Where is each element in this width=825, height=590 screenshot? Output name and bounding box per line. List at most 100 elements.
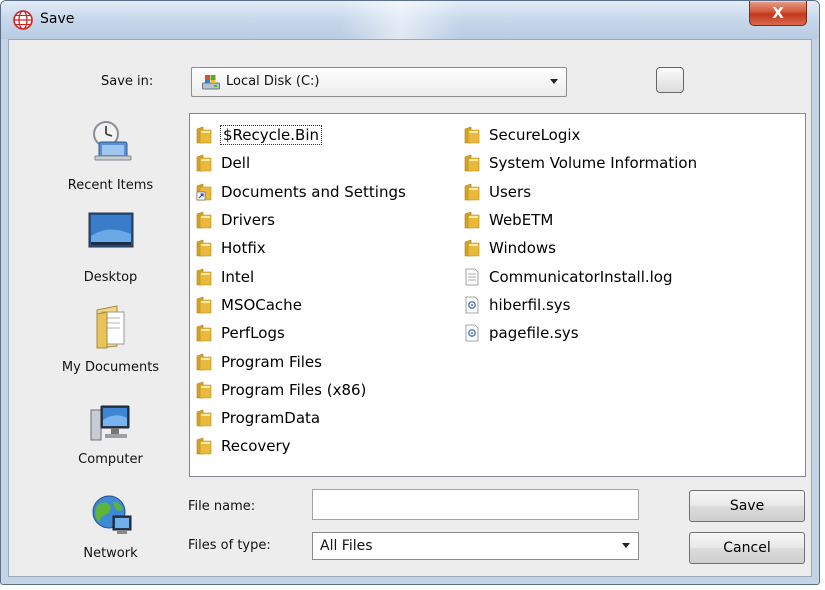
file-list-item[interactable]: WebETM	[464, 206, 697, 234]
file-list-item[interactable]: ProgramData	[196, 404, 406, 432]
file-list-item[interactable]: Hotfix	[196, 234, 406, 262]
folder-icon	[196, 211, 212, 229]
folder-icon	[464, 126, 480, 144]
place-label: My Documents	[61, 360, 160, 375]
folder-icon	[196, 381, 212, 399]
file-name: System Volume Information	[489, 154, 698, 173]
file-list-item[interactable]: hiberfil.sys	[464, 291, 697, 319]
file-name: $Recycle.Bin	[219, 125, 323, 146]
file-name: Windows	[489, 239, 556, 258]
folder-icon	[464, 239, 480, 257]
place-label: Computer	[78, 452, 143, 467]
save-in-label: Save in:	[101, 74, 154, 89]
file-name-label: File name:	[188, 499, 256, 514]
chevron-down-icon	[550, 79, 558, 84]
file-name: Program Files (x86)	[221, 380, 367, 399]
app-globe-icon	[13, 10, 33, 30]
my-documents-icon	[96, 305, 124, 349]
folder-icon	[196, 353, 212, 371]
file-name: Dell	[221, 154, 251, 173]
close-button[interactable]: X	[749, 1, 807, 26]
folder-icon	[464, 183, 480, 201]
file-name: ProgramData	[221, 409, 321, 428]
folder-icon	[196, 409, 212, 427]
file-type-value: All Files	[320, 538, 373, 554]
save-in-value: Local Disk (C:)	[226, 74, 320, 89]
place-computer[interactable]: Computer	[41, 390, 180, 482]
file-list-item[interactable]: pagefile.sys	[464, 319, 697, 347]
file-name: WebETM	[489, 211, 554, 230]
folder-icon	[196, 437, 212, 455]
window-title: Save	[40, 11, 75, 27]
title-bar-sheen	[341, 1, 461, 39]
folder-icon	[196, 296, 212, 314]
file-list-column: $Recycle.Bin Dell Documents and Settings Dr…	[196, 121, 406, 461]
file-list-item[interactable]: MSOCache	[196, 291, 406, 319]
place-label: Desktop	[83, 270, 138, 285]
places-bar: Recent Items Desktop My Documents Comput…	[41, 114, 180, 572]
file-name: SecureLogix	[489, 126, 581, 145]
file-name: Documents and Settings	[221, 182, 406, 201]
file-name: PerfLogs	[221, 324, 285, 343]
system-file-icon	[464, 324, 480, 342]
close-icon: X	[772, 4, 784, 22]
file-list-item[interactable]: Program Files	[196, 347, 406, 375]
place-my-documents[interactable]: My Documents	[41, 298, 180, 390]
system-file-icon	[464, 296, 480, 314]
file-list-item[interactable]: Dell	[196, 149, 406, 177]
network-icon	[92, 495, 131, 534]
save-dialog: Save X Save in: Local Disk (C:) Recent I…	[0, 0, 820, 585]
cancel-button[interactable]: Cancel	[689, 532, 805, 564]
title-bar[interactable]: Save X	[1, 1, 819, 39]
file-name: hiberfil.sys	[489, 295, 571, 314]
file-list-item[interactable]: PerfLogs	[196, 319, 406, 347]
place-recent-items[interactable]: Recent Items	[41, 114, 180, 202]
file-list-item[interactable]: $Recycle.Bin	[196, 121, 406, 149]
file-name-input[interactable]	[312, 489, 639, 520]
save-button[interactable]: Save	[689, 490, 805, 522]
file-name: CommunicatorInstall.log	[489, 267, 673, 286]
file-name: Program Files	[221, 352, 322, 371]
place-desktop[interactable]: Desktop	[41, 206, 180, 298]
file-list-column: SecureLogix System Volume Information User…	[464, 121, 697, 347]
file-name: Users	[489, 182, 532, 201]
place-label: Network	[83, 546, 138, 561]
file-name: Hotfix	[221, 239, 266, 258]
folder-icon	[196, 239, 212, 257]
folder-icon	[464, 154, 480, 172]
file-list-item[interactable]: SecureLogix	[464, 121, 697, 149]
text-file-icon	[464, 268, 480, 286]
folder-icon	[196, 154, 212, 172]
save-in-dropdown[interactable]: Local Disk (C:)	[191, 67, 567, 97]
place-network[interactable]: Network	[41, 482, 180, 572]
local-disk-icon	[202, 75, 220, 90]
place-label: Recent Items	[67, 178, 154, 193]
file-name: MSOCache	[221, 295, 302, 314]
shortcut-folder-icon	[196, 183, 212, 201]
file-list-item[interactable]: CommunicatorInstall.log	[464, 262, 697, 290]
dialog-body: Save in: Local Disk (C:) Recent Items De…	[8, 39, 812, 577]
file-list-item[interactable]: System Volume Information	[464, 149, 697, 177]
file-list-item[interactable]: Documents and Settings	[196, 178, 406, 206]
file-list[interactable]: $Recycle.Bin Dell Documents and Settings Dr…	[189, 113, 806, 477]
folder-icon	[464, 211, 480, 229]
file-list-item[interactable]: Drivers	[196, 206, 406, 234]
folder-icon	[196, 324, 212, 342]
file-list-item[interactable]: Users	[464, 178, 697, 206]
new-folder-toggle[interactable]	[656, 67, 684, 93]
folder-icon	[196, 268, 212, 286]
folder-icon	[196, 126, 212, 144]
file-name: Drivers	[221, 211, 275, 230]
file-name: pagefile.sys	[489, 324, 579, 343]
file-type-label: Files of type:	[188, 538, 271, 553]
file-name: Recovery	[221, 437, 291, 456]
file-list-item[interactable]: Program Files (x86)	[196, 376, 406, 404]
desktop-icon	[88, 212, 133, 248]
file-list-item[interactable]: Windows	[464, 234, 697, 262]
file-name: Intel	[221, 267, 255, 286]
file-list-item[interactable]: Intel	[196, 262, 406, 290]
file-list-item[interactable]: Recovery	[196, 432, 406, 460]
computer-icon	[90, 405, 129, 441]
recent-items-icon	[92, 121, 131, 161]
file-type-dropdown[interactable]: All Files	[312, 532, 639, 560]
